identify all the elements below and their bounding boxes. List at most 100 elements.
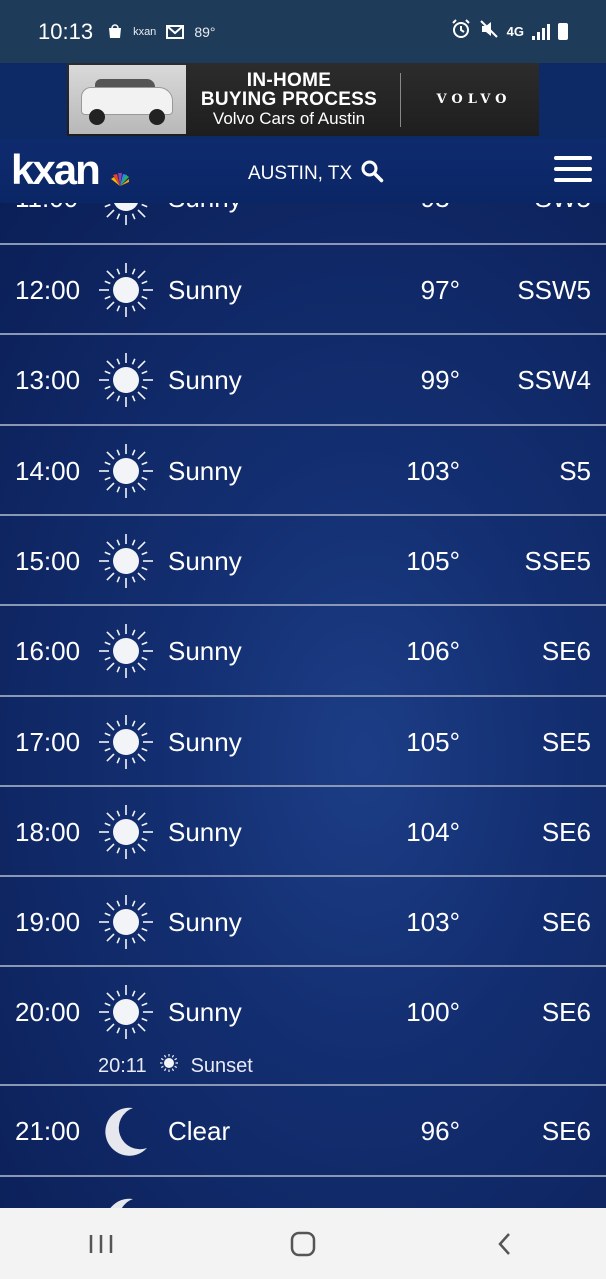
kxan-logo[interactable]: kxan — [11, 149, 101, 191]
hourly-row: 17:00 Sunny 105° SE5 — [0, 695, 606, 785]
hour-time: 13:00 — [15, 365, 81, 395]
ad-banner[interactable]: IN-HOME BUYING PROCESS Volvo Cars of Aus… — [67, 63, 539, 136]
network-label: 4G — [506, 24, 524, 39]
sun-icon — [99, 715, 153, 769]
ad-banner-area: IN-HOME BUYING PROCESS Volvo Cars of Aus… — [0, 63, 606, 139]
hourly-row: 12:00 Sunny 97° SSW5 — [0, 243, 606, 333]
hour-condition: Sunny — [168, 907, 242, 937]
hour-time: 19:00 — [15, 907, 81, 937]
hour-temp: 104° — [406, 817, 460, 847]
hour-wind: SW5 — [535, 203, 591, 213]
moon-icon — [99, 1104, 153, 1158]
sunset-time: 20:11 — [98, 1054, 147, 1077]
back-icon — [498, 1232, 510, 1255]
hourly-forecast-list[interactable]: 11:00 Sunny 93° SW5 12:00 Sunny 97° SSW5 13:00 Su… — [0, 203, 606, 1208]
gmail-icon — [166, 19, 185, 45]
hour-wind: SE5 — [541, 727, 591, 757]
status-temp: 89° — [194, 23, 216, 40]
sunset-label: Sunset — [190, 1054, 253, 1077]
location-selector[interactable]: AUSTIN, TX — [248, 159, 384, 189]
hour-time: 14:00 — [15, 456, 81, 486]
hour-time: 21:00 — [15, 1116, 81, 1146]
sun-icon — [99, 534, 153, 588]
ad-headline-2: BUYING PROCESS — [200, 89, 378, 110]
ad-divider — [400, 72, 401, 127]
hour-temp: 105° — [406, 727, 460, 757]
hour-time: 16:00 — [15, 636, 81, 666]
location-label: AUSTIN, TX — [248, 163, 353, 184]
hourly-row: 15:00 Sunny 105° SSE5 — [0, 514, 606, 604]
moon-icon — [99, 1195, 153, 1208]
hour-condition: Sunny — [168, 727, 242, 757]
hour-condition: Sunny — [168, 636, 242, 666]
hourly-row: 13:00 Sunny 99° SSW4 — [0, 333, 606, 423]
ad-text: IN-HOME BUYING PROCESS Volvo Cars of Aus… — [186, 71, 392, 128]
hour-condition: Sunny — [168, 365, 242, 395]
hour-temp: 99° — [420, 365, 460, 395]
hourly-row: 18:00 Sunny 104° SE6 — [0, 785, 606, 875]
ad-headline-1: IN-HOME — [246, 70, 332, 91]
hourly-row: 14:00 Sunny 103° S5 — [0, 424, 606, 514]
hourly-row: 11:00 Sunny 93° SW5 — [0, 203, 606, 243]
hourly-row: 21:00 Clear 96° SE6 — [0, 1084, 606, 1174]
hourly-row: 20:00 Sunny 100° SE6 20:11 Sunset — [0, 965, 606, 1084]
hour-wind: SE6 — [541, 636, 591, 666]
hour-condition: Sunny — [168, 817, 242, 847]
hour-wind: SE6 — [541, 907, 591, 937]
home-button[interactable] — [273, 1224, 333, 1264]
hourly-row: 19:00 Sunny 103° SE6 — [0, 875, 606, 965]
sun-icon — [99, 985, 153, 1039]
nbc-peacock-icon — [111, 173, 129, 186]
hour-wind: SE6 — [541, 997, 591, 1027]
hour-time: 17:00 — [15, 727, 81, 757]
hamburger-menu-icon[interactable] — [554, 156, 592, 184]
car-image — [69, 65, 186, 134]
hourly-row — [0, 1175, 606, 1208]
hour-wind: S5 — [559, 456, 591, 486]
hour-temp: 93° — [421, 203, 460, 213]
hour-temp: 103° — [406, 456, 460, 486]
hour-wind: SSW4 — [517, 365, 591, 395]
hour-wind: SE6 — [541, 817, 591, 847]
battery-icon — [558, 23, 568, 40]
ad-brand: VOLVO — [436, 92, 512, 107]
mute-icon — [479, 19, 499, 44]
hour-wind: SSE5 — [524, 546, 592, 576]
hour-temp: 103° — [406, 907, 460, 937]
app-header: kxan AUSTIN, TX — [0, 139, 606, 203]
hour-time: 18:00 — [15, 817, 81, 847]
sunset-note: 20:11 Sunset — [98, 1053, 253, 1079]
hour-condition: Sunny — [168, 275, 242, 305]
hour-wind: SSW5 — [517, 275, 591, 305]
search-icon[interactable] — [360, 159, 384, 189]
back-button[interactable] — [475, 1224, 535, 1264]
status-time: 10:13 — [38, 18, 94, 44]
hour-condition: Sunny — [168, 203, 242, 213]
hour-wind: SE6 — [541, 1116, 591, 1146]
hourly-row: 16:00 Sunny 106° SE6 — [0, 604, 606, 694]
hour-temp: 97° — [420, 275, 460, 305]
sun-icon — [99, 805, 153, 859]
kxan-icon: kxan — [133, 25, 157, 38]
status-bar: 10:13 kxan 89° 4G — [0, 0, 606, 63]
hour-time: 15:00 — [15, 546, 81, 576]
sun-icon — [99, 895, 153, 949]
signal-icon — [532, 23, 550, 40]
hour-time: 20:00 — [15, 997, 81, 1027]
hour-temp: 96° — [420, 1116, 460, 1146]
sun-icon — [99, 624, 153, 678]
shopping-bag-icon — [107, 19, 123, 45]
hour-condition: Clear — [168, 1116, 231, 1146]
hour-condition: Sunny — [168, 546, 242, 576]
recent-apps-button[interactable] — [71, 1224, 131, 1264]
hour-temp: 105° — [406, 546, 460, 576]
sunset-icon — [159, 1053, 179, 1079]
sun-icon — [99, 353, 153, 407]
home-icon — [290, 1231, 316, 1256]
hour-temp: 100° — [406, 997, 460, 1027]
ad-subline: Volvo Cars of Austin — [212, 109, 366, 128]
system-nav-bar — [0, 1208, 606, 1279]
hour-condition: Sunny — [168, 456, 242, 486]
hour-condition: Sunny — [168, 997, 242, 1027]
recent-apps-icon — [89, 1234, 113, 1253]
